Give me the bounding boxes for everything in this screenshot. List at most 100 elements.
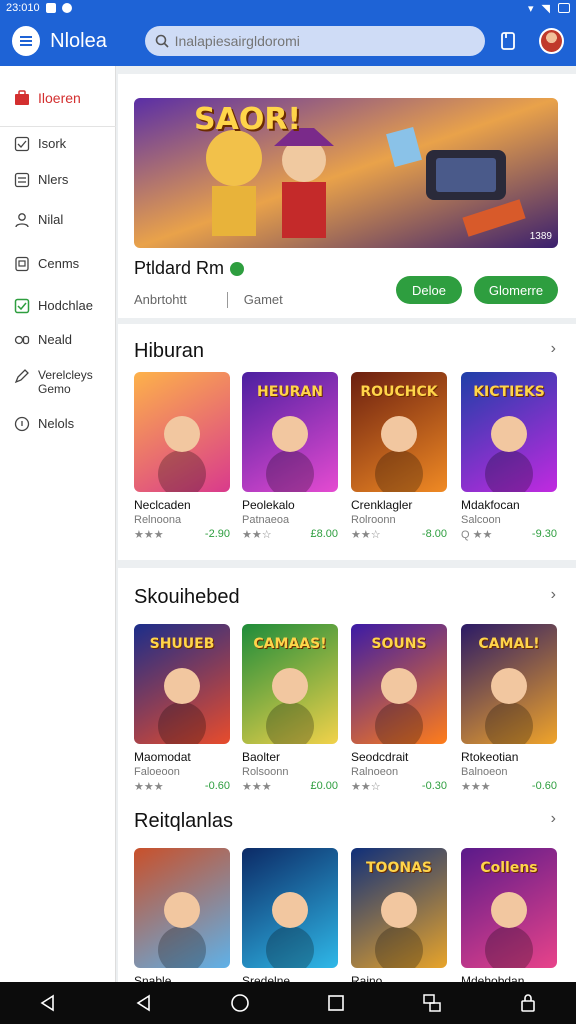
device-icon [15, 256, 29, 272]
status-time: 23:010 [6, 2, 40, 14]
back-alt-button[interactable] [133, 992, 155, 1014]
game-tile[interactable]: CAMAAS! Baolter Rolsoonn ★★★ £0.00 [242, 624, 338, 793]
game-tile[interactable]: ROUCHCK Crenklagler Rolroonn ★★☆ -8.00 [351, 372, 447, 541]
game-tile[interactable]: Snable [134, 848, 230, 982]
sidebar-item-label: Nelols [38, 416, 75, 431]
rating-stars: ★★☆ [351, 781, 381, 793]
chevron-right-icon[interactable]: › [551, 340, 556, 358]
search-bar[interactable] [144, 26, 485, 56]
game-title: Baolter [242, 750, 281, 764]
game-title: Mdakfocan [461, 498, 520, 512]
rating-stars: ★★★ [461, 781, 491, 793]
game-tile[interactable]: Collens Mdehobdan [461, 848, 557, 982]
featured-banner-caption: SAOR! [194, 102, 302, 137]
bookmark-button[interactable] [499, 31, 518, 51]
recents-button[interactable] [325, 992, 347, 1014]
sidebar-item-2[interactable]: Nlers [0, 172, 116, 188]
sidebar-item-6[interactable]: Neald [0, 332, 116, 348]
game-tile[interactable]: KICTIEKS Mdakfocan Salcoon Q ★★ -9.30 [461, 372, 557, 541]
game-tile-art[interactable]: Collens [461, 848, 557, 968]
lock-button[interactable] [517, 992, 539, 1014]
back-icon [40, 994, 54, 1012]
game-tile-art-label: CAMAAS! [253, 636, 327, 652]
featured-title: Ptldard Rm [134, 258, 225, 278]
game-tile-art[interactable]: SOUNS [351, 624, 447, 744]
sidebar-item-7[interactable]: Verelcleys Gemo [0, 368, 116, 396]
game-subtitle: Salcoon [461, 514, 501, 526]
back-button[interactable] [37, 992, 59, 1014]
game-tile-art[interactable]: TOONAS [351, 848, 447, 968]
game-tile-art-label: Collens [480, 860, 538, 876]
game-rating-row: ★★★ £0.00 [242, 780, 338, 793]
game-character [272, 892, 308, 928]
featured-banner[interactable]: SAOR! 1389 [134, 98, 558, 248]
game-subtitle: Ralnoeon [351, 766, 399, 778]
game-price: -0.30 [421, 780, 447, 792]
game-title: Seodcdrait [351, 750, 409, 764]
game-tile-art[interactable]: HEURAN [242, 372, 338, 492]
sidebar-item-5[interactable]: Hodchlae [0, 298, 116, 314]
game-tile-art[interactable] [242, 848, 338, 968]
game-character [491, 892, 527, 928]
game-price: -8.00 [421, 528, 447, 540]
chevron-right-icon[interactable]: › [551, 810, 556, 828]
hamburger-icon [20, 40, 33, 42]
person-icon [15, 213, 29, 228]
search-input[interactable] [174, 33, 475, 49]
game-tile[interactable]: TOONAS Raino [351, 848, 447, 982]
sidebar-item-1[interactable]: Isork [0, 136, 116, 152]
game-title: Peolekalo [242, 498, 295, 512]
featured-title-row: Ptldard Rm [134, 258, 245, 279]
status-bar: 23:010 ▾ ◥ [0, 0, 576, 16]
avatar[interactable] [539, 28, 564, 54]
bookmark-icon [501, 32, 515, 50]
game-tile-art-label: SHUUEB [149, 636, 215, 652]
game-tile-art[interactable] [134, 372, 230, 492]
game-rating-row: ★★★ -2.90 [134, 528, 230, 541]
menu-button[interactable] [12, 26, 41, 56]
section-title: Reitqlanlas [134, 810, 233, 832]
lock-icon [521, 994, 535, 1012]
game-tile-art[interactable]: CAMAAS! [242, 624, 338, 744]
game-tile[interactable]: SOUNS Seodcdrait Ralnoeon ★★☆ -0.30 [351, 624, 447, 793]
game-tile[interactable]: HEURAN Peolekalo Patnaeoa ★★☆ £8.00 [242, 372, 338, 541]
game-tile[interactable]: Sredelne [242, 848, 338, 982]
split-screen-button[interactable] [421, 992, 443, 1014]
game-tile[interactable]: SHUUEB Maomodat Faloeoon ★★★ -0.60 [134, 624, 230, 793]
sidebar-item-label: Cenms [38, 256, 80, 271]
game-subtitle: Balnoeon [461, 766, 508, 778]
rating-stars: ★★☆ [351, 529, 381, 541]
sidebar-item-3[interactable]: Nilal [0, 212, 116, 228]
game-rating-row: ★★☆ -0.30 [351, 780, 447, 793]
game-tile-art-label: HEURAN [257, 384, 323, 400]
game-tile[interactable]: Neclcaden Relnoona ★★★ -2.90 [134, 372, 230, 541]
list-icon [14, 172, 30, 188]
search-icon [155, 34, 169, 48]
game-tile-art[interactable] [134, 848, 230, 968]
game-tile-art-label: SOUNS [371, 636, 427, 652]
featured-meta-left: Anbrtohtt [134, 292, 187, 307]
game-tile-art[interactable]: CAMAL! [461, 624, 557, 744]
game-subtitle: Patnaeoa [242, 514, 290, 526]
notification-icon [45, 3, 56, 13]
game-price: -9.30 [531, 528, 557, 540]
home-button[interactable] [229, 992, 251, 1014]
circle-icon [14, 416, 30, 432]
featured-secondary-button[interactable]: Glomerre [474, 276, 558, 304]
game-tile[interactable]: CAMAL! Rtokeotian Balnoeon ★★★ -0.60 [461, 624, 557, 793]
game-rating-row: Q ★★ -9.30 [461, 528, 557, 541]
game-tile-art[interactable]: SHUUEB [134, 624, 230, 744]
split-screen-icon [423, 994, 441, 1012]
sidebar-item-4[interactable]: Cenms [0, 256, 116, 272]
game-rating-row: ★★★ -0.60 [134, 780, 230, 793]
game-tile-art[interactable]: ROUCHCK [351, 372, 447, 492]
sidebar-item-store[interactable]: Iloeren [0, 90, 116, 106]
featured-primary-button[interactable]: Deloe [396, 276, 462, 304]
system-nav-bar [0, 982, 576, 1024]
game-tile-art[interactable]: KICTIEKS [461, 372, 557, 492]
featured-meta: Anbrtohtt Gamet [134, 292, 283, 308]
chevron-right-icon[interactable]: › [551, 586, 556, 604]
app-bar: Nlolea [0, 16, 576, 66]
sidebar-item-label: Verelcleys Gemo [38, 368, 93, 396]
sidebar-item-8[interactable]: Nelols [0, 416, 116, 432]
